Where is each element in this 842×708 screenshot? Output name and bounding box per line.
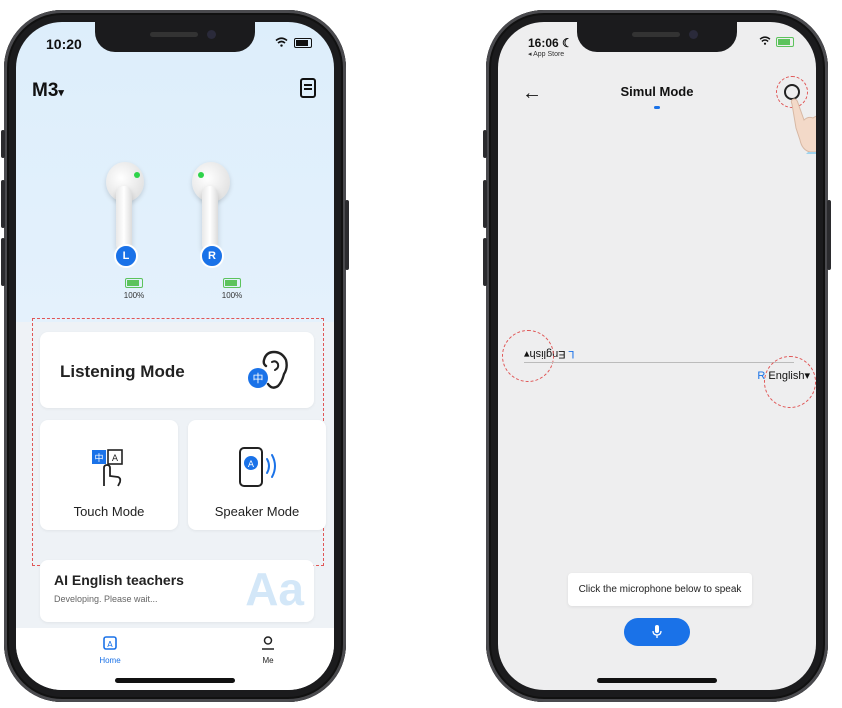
ai-teacher-title: AI English teachers [54, 572, 184, 588]
ear-translate-icon: 中 [248, 350, 288, 389]
page-title: Simul Mode [620, 84, 694, 99]
speak-hint: Click the microphone below to speak [568, 573, 752, 606]
right-badge: R [200, 244, 224, 268]
left-language-highlight [502, 330, 554, 382]
device-selector[interactable]: M3▾ [32, 80, 64, 102]
speaker-mode-label: Speaker Mode [214, 504, 300, 519]
left-prefix: L [568, 348, 575, 360]
speaker-mode-card[interactable]: A Speaker Mode [188, 420, 326, 530]
person-icon [262, 636, 274, 650]
back-to-app-store[interactable]: ◂ App Store [528, 50, 564, 58]
ai-teacher-subtitle: Developing. Please wait... [54, 594, 158, 604]
earbud-stem [116, 186, 132, 252]
battery-icon [223, 278, 241, 288]
tab-me-label: Me [262, 656, 274, 665]
charging-battery-icon [776, 37, 794, 47]
touch-mode-card[interactable]: 中 A Touch Mode [40, 420, 178, 530]
home-indicator [597, 678, 717, 683]
volume-up-button [1, 180, 5, 228]
led-indicator [134, 172, 140, 178]
volume-up-button [483, 180, 487, 228]
touch-translate-icon: 中 A [92, 449, 123, 487]
notch [95, 22, 255, 52]
power-button [827, 200, 831, 270]
volume-down-button [1, 238, 5, 286]
left-phone: 10:20 M3▾ L R 100% 100% Listening Mode 中… [1, 10, 349, 702]
status-time: 16:06 ☾ [528, 36, 573, 50]
status-icons [759, 36, 794, 48]
svg-text:中: 中 [253, 372, 264, 385]
tab-me[interactable]: Me [238, 636, 298, 665]
svg-text:A: A [112, 454, 119, 464]
moon-icon: ☾ [562, 36, 573, 50]
home-indicator [115, 678, 235, 683]
speaker-translate-icon: A [239, 447, 276, 487]
tab-home-label: Home [99, 656, 121, 665]
simul-mode-screen: 16:06 ☾ ◂ App Store ← Simul Mode L Engli… [498, 22, 816, 690]
listening-mode-card[interactable]: Listening Mode 中 [40, 332, 314, 408]
ai-watermark: Aa [245, 563, 304, 615]
microphone-icon [652, 625, 662, 638]
page-indicator [654, 106, 660, 109]
volume-down-button [483, 238, 487, 286]
wifi-icon [759, 36, 771, 48]
notch [577, 22, 737, 52]
dropdown-icon: ▾ [58, 87, 64, 99]
microphone-button[interactable] [624, 618, 690, 646]
wifi-icon [275, 36, 288, 50]
right-earbud: R [192, 162, 230, 268]
battery-icon [294, 38, 312, 48]
ai-teacher-card[interactable]: Aa AI English teachers Developing. Pleas… [40, 560, 314, 622]
pointing-hand-icon [790, 98, 816, 154]
device-name: M3 [32, 80, 59, 101]
time-text: 16:06 [528, 36, 559, 50]
svg-text:A: A [107, 640, 113, 649]
document-icon[interactable] [300, 78, 316, 98]
mute-switch [483, 130, 487, 158]
home-screen: 10:20 M3▾ L R 100% 100% Listening Mode 中… [16, 22, 334, 690]
svg-text:中: 中 [94, 452, 103, 464]
battery-level: 100% [123, 291, 145, 300]
mute-switch [1, 130, 5, 158]
status-time: 10:20 [46, 36, 82, 52]
left-battery: 100% [114, 278, 154, 300]
touch-mode-label: Touch Mode [73, 504, 145, 519]
power-button [345, 200, 349, 270]
svg-text:A: A [248, 460, 255, 470]
left-badge: L [114, 244, 138, 268]
status-icons [275, 36, 312, 50]
led-indicator [198, 172, 204, 178]
battery-icon [125, 278, 143, 288]
earbud-stem [202, 186, 218, 252]
right-battery: 100% [212, 278, 252, 300]
left-earbud: L [106, 162, 144, 268]
home-icon: A [103, 636, 117, 650]
tab-home[interactable]: A Home [80, 636, 140, 665]
right-language-highlight [764, 356, 816, 408]
right-phone: 16:06 ☾ ◂ App Store ← Simul Mode L Engli… [483, 10, 831, 702]
divider-line [524, 362, 794, 363]
battery-level: 100% [221, 291, 243, 300]
listening-mode-label: Listening Mode [60, 362, 185, 381]
